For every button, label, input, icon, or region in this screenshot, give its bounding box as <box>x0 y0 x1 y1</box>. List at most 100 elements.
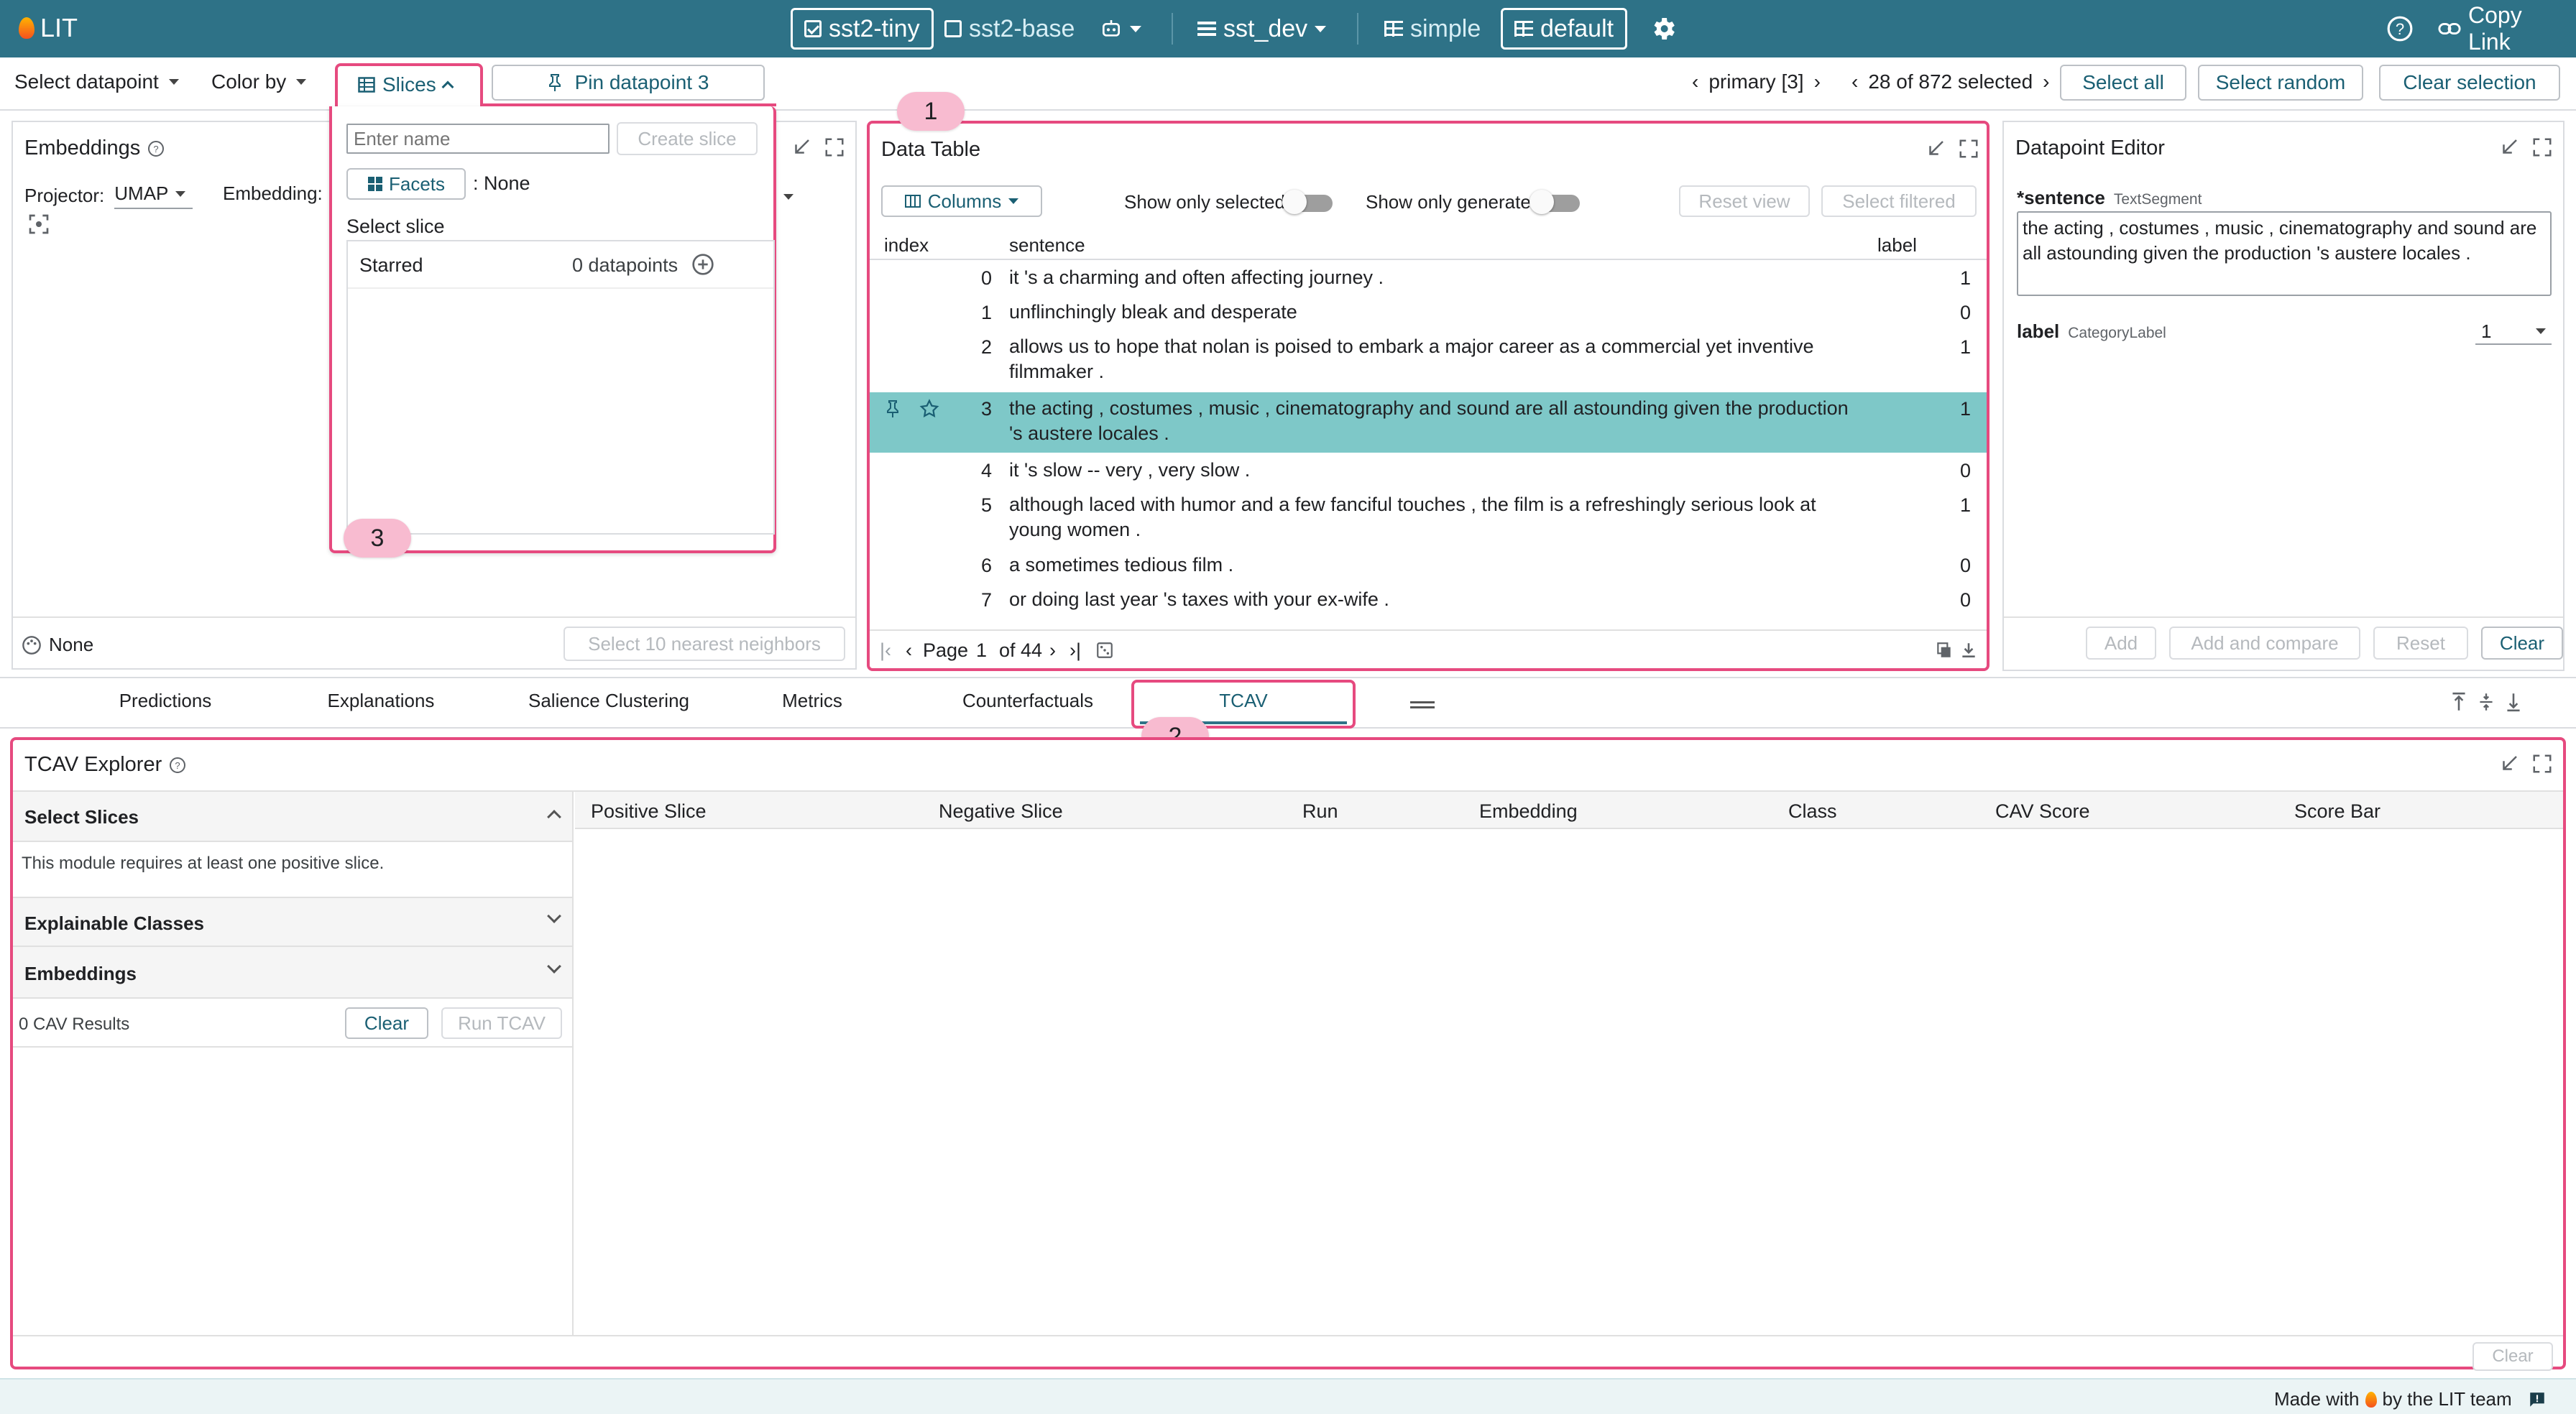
chevron-left-icon[interactable]: ‹ <box>1692 70 1698 93</box>
embedding-select-caret[interactable] <box>783 182 794 205</box>
chevron-left-icon[interactable]: ‹ <box>1852 70 1858 93</box>
slice-list-item[interactable]: Starred 0 datapoints <box>348 241 773 289</box>
column-header-index[interactable]: index <box>884 234 929 257</box>
table-row-selected[interactable]: 3 the acting , costumes , music , cinema… <box>870 392 1987 453</box>
column-header-run[interactable]: Run <box>1302 800 1338 823</box>
pin-datapoint-button[interactable]: Pin datapoint 3 <box>492 65 765 101</box>
clear-results-button[interactable]: Clear <box>345 1007 428 1039</box>
prev-page-icon[interactable]: ‹ <box>906 639 912 662</box>
add-and-compare-button[interactable]: Add and compare <box>2169 627 2360 660</box>
clear-selection-button[interactable]: Clear selection <box>2379 65 2560 101</box>
chevron-down-icon <box>1008 198 1019 204</box>
tab-explanations[interactable]: Explanations <box>316 690 446 712</box>
tab-metrics[interactable]: Metrics <box>769 690 855 712</box>
chevron-up-icon <box>547 810 561 824</box>
embeddings-accordion[interactable]: Embeddings <box>13 947 572 999</box>
page-current-input[interactable]: 1 <box>976 639 987 662</box>
select-random-button[interactable]: Select random <box>2198 65 2363 101</box>
first-page-icon[interactable]: |‹ <box>880 639 891 662</box>
datapoint-editor-panel: Datapoint Editor *sentence TextSegment t… <box>2002 121 2564 671</box>
column-header-label[interactable]: label <box>1877 234 1917 257</box>
copy-link-button[interactable]: Copy Link <box>2426 2 2576 55</box>
layout-simple[interactable]: simple <box>1373 8 1492 50</box>
table-row[interactable]: 2 allows us to hope that nolan is poised… <box>870 331 1987 391</box>
table-row[interactable]: 5 although laced with humor and a few fa… <box>870 489 1987 549</box>
settings-gear-button[interactable] <box>1649 14 1678 43</box>
run-tcav-button[interactable]: Run TCAV <box>441 1007 562 1039</box>
pin-icon[interactable] <box>886 399 900 418</box>
fullscreen-icon[interactable] <box>824 137 845 158</box>
star-icon[interactable] <box>919 398 940 420</box>
reset-button[interactable]: Reset <box>2373 627 2468 660</box>
sentence-textarea[interactable]: the acting , costumes , music , cinemato… <box>2017 211 2552 296</box>
add-button[interactable]: Add <box>2086 627 2156 660</box>
table-row[interactable]: 6 a sometimes tedious film . 0 <box>870 549 1987 583</box>
panel-controls <box>1925 138 1979 160</box>
column-header-embedding[interactable]: Embedding <box>1479 800 1578 823</box>
focus-icon[interactable] <box>27 213 50 236</box>
column-header-cav-score[interactable]: CAV Score <box>1995 800 2090 823</box>
download-icon[interactable] <box>1959 641 1978 660</box>
column-header-sentence[interactable]: sentence <box>1009 234 1085 257</box>
label-select[interactable]: 1 <box>2475 319 2552 345</box>
model-settings-dropdown[interactable] <box>1088 8 1153 50</box>
chevron-right-icon[interactable]: › <box>1814 70 1821 93</box>
fullscreen-icon[interactable] <box>2531 137 2553 158</box>
table-row[interactable]: 7 or doing last year 's taxes with your … <box>870 583 1987 618</box>
nearest-neighbors-button[interactable]: Select 10 nearest neighbors <box>564 627 845 661</box>
slice-name-input[interactable] <box>346 124 610 154</box>
table-row[interactable]: 1 unflinchingly bleak and desperate 0 <box>870 296 1987 331</box>
shuffle-icon[interactable] <box>1095 641 1114 660</box>
select-filtered-button[interactable]: Select filtered <box>1821 185 1977 217</box>
model-chip-sst2-base[interactable]: sst2-base <box>933 8 1086 50</box>
column-header-negative-slice[interactable]: Negative Slice <box>939 800 1063 823</box>
add-circle-icon[interactable] <box>691 253 714 276</box>
model-chip-sst2-tiny[interactable]: sst2-tiny <box>791 8 934 50</box>
select-datapoint-dropdown[interactable]: Select datapoint <box>14 70 179 93</box>
select-slices-accordion[interactable]: Select Slices <box>13 792 572 842</box>
column-header-class[interactable]: Class <box>1788 800 1837 823</box>
explainable-classes-accordion[interactable]: Explainable Classes <box>13 897 572 947</box>
layout-default[interactable]: default <box>1501 8 1628 50</box>
show-only-selected-toggle[interactable] <box>1282 190 1333 214</box>
slices-button[interactable]: Slices <box>335 63 483 111</box>
last-page-icon[interactable]: ›| <box>1070 639 1081 662</box>
minimize-icon[interactable] <box>1925 138 1946 160</box>
help-button[interactable]: ? <box>2386 15 2414 42</box>
next-page-icon[interactable]: › <box>1049 639 1056 662</box>
help-icon[interactable]: ? <box>169 757 186 774</box>
columns-button[interactable]: Columns <box>881 185 1042 217</box>
color-by-dropdown[interactable]: Color by <box>211 70 307 93</box>
fullscreen-icon[interactable] <box>1958 138 1979 160</box>
table-row[interactable]: 0 it 's a charming and often affecting j… <box>870 262 1987 296</box>
fullscreen-icon[interactable] <box>2531 753 2553 775</box>
split-icon[interactable] <box>2477 691 2496 713</box>
select-all-button[interactable]: Select all <box>2060 65 2186 101</box>
minimize-icon[interactable] <box>791 137 812 158</box>
tab-predictions[interactable]: Predictions <box>108 690 223 712</box>
facets-button[interactable]: Facets <box>346 168 466 200</box>
drag-handle-icon[interactable] <box>1410 701 1435 708</box>
grid-icon <box>1384 21 1403 37</box>
table-row[interactable]: 4 it 's slow -- very , very slow . 0 <box>870 454 1987 489</box>
footer-clear-button[interactable]: Clear <box>2472 1342 2553 1371</box>
footer-team: by the LIT team <box>2382 1388 2512 1410</box>
clear-button[interactable]: Clear <box>2481 627 2563 660</box>
projector-select[interactable]: UMAP <box>114 182 193 209</box>
tab-counterfactuals[interactable]: Counterfactuals <box>949 690 1107 712</box>
dataset-dropdown[interactable]: sst_dev <box>1186 8 1338 50</box>
reset-view-button[interactable]: Reset view <box>1679 185 1810 217</box>
column-header-positive-slice[interactable]: Positive Slice <box>591 800 707 823</box>
minimize-icon[interactable] <box>2498 753 2520 775</box>
expand-down-icon[interactable] <box>2504 691 2523 713</box>
copy-icon[interactable] <box>1935 641 1954 660</box>
chevron-right-icon[interactable]: › <box>2043 70 2049 93</box>
create-slice-button[interactable]: Create slice <box>617 122 758 155</box>
expand-up-icon[interactable] <box>2450 691 2468 713</box>
tab-salience-clustering[interactable]: Salience Clustering <box>515 690 703 712</box>
help-icon[interactable]: ? <box>147 140 165 157</box>
column-header-score-bar[interactable]: Score Bar <box>2294 800 2380 823</box>
show-only-generated-toggle[interactable] <box>1530 190 1580 214</box>
feedback-icon[interactable] <box>2528 1390 2547 1409</box>
minimize-icon[interactable] <box>2498 137 2520 158</box>
